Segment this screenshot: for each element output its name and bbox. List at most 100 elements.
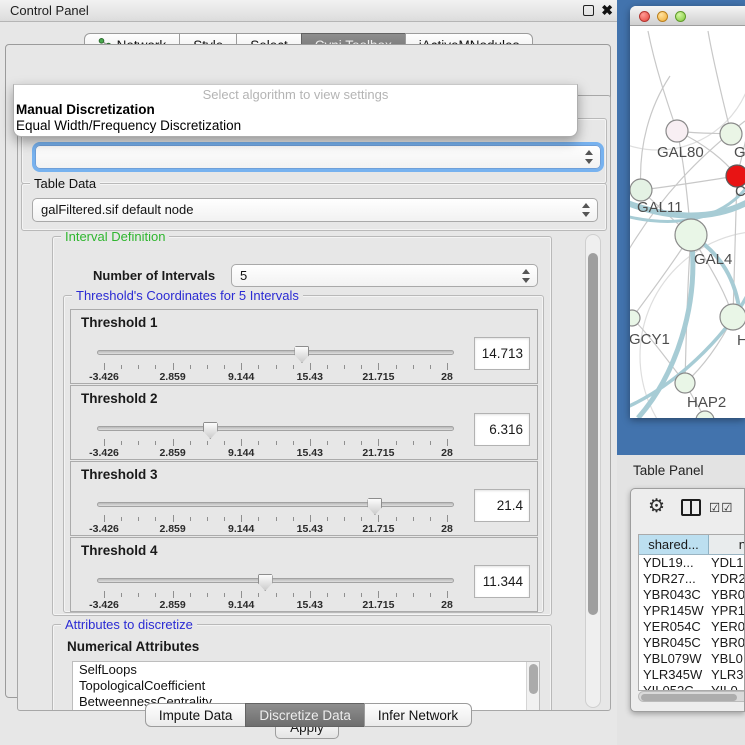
node-gal11[interactable] xyxy=(630,179,652,201)
axis-tick-label: 15.43 xyxy=(297,523,323,535)
slider-tick xyxy=(190,593,191,597)
threshold-value-field[interactable]: 14.713 xyxy=(474,337,530,370)
gear-icon[interactable]: ⚙ xyxy=(648,497,665,517)
cell-name[interactable]: YIL0 xyxy=(709,683,745,691)
column-header-name[interactable]: n xyxy=(709,535,745,554)
threshold-label: Threshold 2 xyxy=(81,391,158,406)
slider-track[interactable] xyxy=(97,350,454,355)
threshold-value-field[interactable]: 6.316 xyxy=(474,413,530,446)
cell-shared-name[interactable]: YPR145W xyxy=(639,603,709,619)
table-row[interactable]: YPR145WYPR1 xyxy=(639,603,745,619)
table-row[interactable]: YLR345WYLR3 xyxy=(639,667,745,683)
cell-name[interactable]: YBR0 xyxy=(709,587,745,603)
scrollbar-thumb[interactable] xyxy=(641,694,737,701)
slider-thumb[interactable] xyxy=(203,422,218,439)
node-gal4[interactable] xyxy=(675,219,707,251)
slider-tick xyxy=(378,515,379,522)
attribute-list-item[interactable]: SelfLoops xyxy=(73,662,539,678)
threshold-slider[interactable] xyxy=(97,498,454,514)
tab-discretize-data[interactable]: Discretize Data xyxy=(245,703,365,727)
slider-tick xyxy=(190,365,191,369)
column-layout-icon[interactable] xyxy=(681,499,701,516)
tab-impute-data[interactable]: Impute Data xyxy=(145,703,247,727)
mac-zoom-icon[interactable] xyxy=(675,11,686,22)
network-window: GAL80 G C GAL11 GAL4 GCY1 H HAP2 xyxy=(630,6,745,418)
table-row[interactable]: YER054CYER0 xyxy=(639,619,745,635)
cell-shared-name[interactable]: YBR045C xyxy=(639,635,709,651)
cell-name[interactable]: YER0 xyxy=(709,619,745,635)
main-vertical-scrollbar[interactable] xyxy=(585,234,601,708)
cell-shared-name[interactable]: YDR27... xyxy=(639,571,709,587)
node-gcy1[interactable] xyxy=(630,310,640,326)
slider-thumb[interactable] xyxy=(367,498,382,515)
cell-shared-name[interactable]: YDL19... xyxy=(639,555,709,571)
network-nodes[interactable] xyxy=(630,120,745,418)
node-bottom-partial[interactable] xyxy=(696,411,714,418)
threshold-value-field[interactable]: 11.344 xyxy=(474,565,530,598)
table-horizontal-scrollbar[interactable] xyxy=(638,691,745,702)
table-row[interactable]: YDR27...YDR2 xyxy=(639,571,745,587)
interval-definition-title: Interval Definition xyxy=(61,232,169,244)
slider-tick xyxy=(121,365,122,369)
cell-shared-name[interactable]: YLR345W xyxy=(639,667,709,683)
table-row[interactable]: YBR045CYBR0 xyxy=(639,635,745,651)
slider-tick xyxy=(104,439,105,446)
threshold-slider[interactable] xyxy=(97,574,454,590)
cell-shared-name[interactable]: YIL052C xyxy=(639,683,709,691)
table-row[interactable]: YBR043CYBR0 xyxy=(639,587,745,603)
slider-tick xyxy=(258,517,259,521)
tab-infer-network[interactable]: Infer Network xyxy=(364,703,472,727)
slider-tick-labels: -3.4262.8599.14415.4321.71528 xyxy=(104,599,447,610)
node-table[interactable]: shared... n YDL19...YDL1YDR27...YDR2YBR0… xyxy=(638,534,745,691)
scrollbar-thumb[interactable] xyxy=(588,253,598,615)
threshold-panel: Threshold 1 -3.4262.8599.14415.4321.7152… xyxy=(70,309,538,384)
threshold-value-field[interactable]: 21.4 xyxy=(474,489,530,522)
node-hap2[interactable] xyxy=(675,373,695,393)
cell-name[interactable]: YDL1 xyxy=(709,555,745,571)
cell-name[interactable]: YBR0 xyxy=(709,635,745,651)
slider-tick xyxy=(447,363,448,370)
network-graph: GAL80 G C GAL11 GAL4 GCY1 H HAP2 xyxy=(630,26,745,418)
cell-name[interactable]: YPR1 xyxy=(709,603,745,619)
table-row[interactable]: YDL19...YDL1 xyxy=(639,555,745,571)
node-partial-right[interactable] xyxy=(720,123,742,145)
close-icon[interactable]: ✖ xyxy=(601,2,613,19)
cell-name[interactable]: YDR2 xyxy=(709,571,745,587)
network-canvas[interactable]: GAL80 G C GAL11 GAL4 GCY1 H HAP2 xyxy=(630,26,745,418)
popup-option-manual[interactable]: Manual Discretization xyxy=(14,102,577,118)
number-of-intervals-combobox[interactable]: 5 xyxy=(231,264,538,287)
float-window-icon[interactable] xyxy=(583,5,594,16)
node-gal80[interactable] xyxy=(666,120,688,142)
checkbox-columns-icon[interactable]: ☑☑ xyxy=(709,500,733,515)
label-partial-h: H xyxy=(737,332,745,349)
node-his[interactable] xyxy=(720,304,745,330)
label-partial-c: C xyxy=(735,183,745,200)
popup-option-equal-width[interactable]: Equal Width/Frequency Discretization xyxy=(14,118,577,134)
cell-name[interactable]: YBL0 xyxy=(709,651,745,667)
slider-thumb[interactable] xyxy=(258,574,273,591)
slider-track[interactable] xyxy=(97,426,454,431)
column-header-shared-name[interactable]: shared... xyxy=(639,535,709,554)
attribute-list-item[interactable]: TopologicalCoefficient xyxy=(73,678,539,694)
slider-tick xyxy=(310,439,311,446)
slider-tick xyxy=(361,365,362,369)
slider-track[interactable] xyxy=(97,502,454,507)
mac-minimize-icon[interactable] xyxy=(657,11,668,22)
slider-thumb[interactable] xyxy=(294,346,309,363)
table-row[interactable]: YIL052CYIL0 xyxy=(639,683,745,691)
cell-shared-name[interactable]: YBL079W xyxy=(639,651,709,667)
table-data-combobox[interactable]: galFiltered.sif default node xyxy=(32,198,598,222)
threshold-label: Threshold 4 xyxy=(81,543,158,558)
scrollbar-thumb[interactable] xyxy=(529,664,538,694)
cell-shared-name[interactable]: YER054C xyxy=(639,619,709,635)
mac-close-icon[interactable] xyxy=(639,11,650,22)
cell-name[interactable]: YLR3 xyxy=(709,667,745,683)
threshold-slider[interactable] xyxy=(97,422,454,438)
algorithm-combobox[interactable] xyxy=(35,145,601,169)
slider-track[interactable] xyxy=(97,578,454,583)
slider-tick xyxy=(447,439,448,446)
cell-shared-name[interactable]: YBR043C xyxy=(639,587,709,603)
table-row[interactable]: YBL079WYBL0 xyxy=(639,651,745,667)
threshold-slider[interactable] xyxy=(97,346,454,362)
axis-tick-label: 2.859 xyxy=(159,523,185,535)
